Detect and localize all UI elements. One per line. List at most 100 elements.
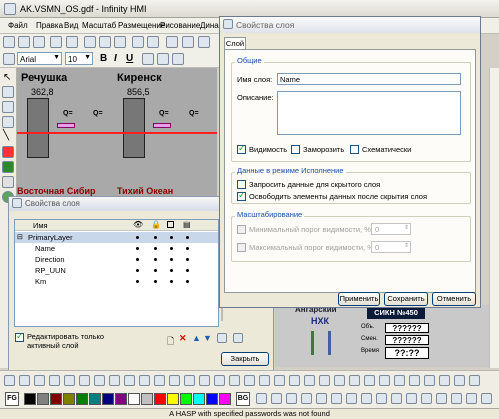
description-textarea[interactable] xyxy=(277,91,461,135)
color-swatch[interactable] xyxy=(180,393,192,405)
menu-file[interactable]: Файл xyxy=(8,21,28,30)
foreground-color-button[interactable]: FG xyxy=(5,392,19,406)
align-left-icon[interactable] xyxy=(142,53,154,65)
tool-icon[interactable] xyxy=(436,393,447,404)
tool-icon[interactable] xyxy=(466,393,477,404)
tool-icon[interactable] xyxy=(244,375,255,386)
tool-icon[interactable] xyxy=(454,375,465,386)
color-swatch[interactable] xyxy=(115,393,127,405)
layer-flag-dot[interactable] xyxy=(170,280,173,283)
layer-flag-dot[interactable] xyxy=(170,269,173,272)
layer-properties-icon[interactable] xyxy=(217,333,227,343)
tool-icon[interactable] xyxy=(169,375,180,386)
drawing-canvas[interactable]: Речушка Киренск 362,8 856,5 Q= Q= Q= Q= … xyxy=(17,68,217,198)
dialog-title-bar[interactable]: Свойства слоя xyxy=(220,17,480,33)
edit-only-active-checkbox[interactable] xyxy=(15,331,24,342)
delete-layer-icon[interactable]: ✕ xyxy=(179,333,187,344)
italic-icon[interactable]: I xyxy=(114,53,117,64)
tool-icon[interactable] xyxy=(139,375,150,386)
vertical-scrollbar[interactable] xyxy=(489,68,499,368)
layer-flag-dot[interactable] xyxy=(136,269,139,272)
tool-icon[interactable] xyxy=(4,375,15,386)
pointer-icon[interactable] xyxy=(166,36,178,48)
tool-icon[interactable] xyxy=(109,375,120,386)
free-after-hide-checkbox[interactable] xyxy=(237,190,246,201)
layer-flag-dot[interactable] xyxy=(154,258,157,261)
tool-icon[interactable] xyxy=(409,375,420,386)
tool-icon[interactable] xyxy=(49,375,60,386)
new-layer-icon[interactable]: 🗋 xyxy=(167,334,174,350)
layer-flag-dot[interactable] xyxy=(154,269,157,272)
tool-icon[interactable] xyxy=(394,375,405,386)
visibility-checkbox[interactable] xyxy=(237,143,246,154)
layer-name-input[interactable]: Name xyxy=(277,73,461,85)
tool-icon[interactable] xyxy=(94,375,105,386)
cut-icon[interactable] xyxy=(84,36,96,48)
spinner-icon[interactable]: ⇕ xyxy=(404,242,409,249)
rectangle-icon[interactable] xyxy=(2,176,14,188)
min-threshold-input[interactable]: 0 ⇕ xyxy=(371,223,411,235)
color-swatch[interactable] xyxy=(154,393,166,405)
tool-icon[interactable] xyxy=(256,393,267,404)
menu-dynamics[interactable]: Дина xyxy=(200,21,219,30)
color-swatch[interactable] xyxy=(206,393,218,405)
color-swatch[interactable] xyxy=(37,393,49,405)
layer-flag-dot[interactable] xyxy=(186,258,189,261)
tool-icon[interactable] xyxy=(481,393,492,404)
open-folder-icon[interactable] xyxy=(18,36,30,48)
color-swatch[interactable] xyxy=(193,393,205,405)
color-swatch[interactable] xyxy=(219,393,231,405)
line-tool-icon[interactable]: ╲ xyxy=(3,130,9,141)
print-icon[interactable] xyxy=(50,36,62,48)
tank-2[interactable] xyxy=(123,98,145,158)
grid-icon[interactable] xyxy=(198,36,210,48)
tool-icon[interactable] xyxy=(271,393,282,404)
tool-icon[interactable] xyxy=(331,393,342,404)
layer-flag-dot[interactable] xyxy=(136,236,139,239)
layer-flag-dot[interactable] xyxy=(186,280,189,283)
tool-icon[interactable] xyxy=(214,375,225,386)
spinner-icon[interactable]: ⇕ xyxy=(404,224,409,231)
tool-icon[interactable] xyxy=(391,393,402,404)
tab-layer[interactable]: Слой xyxy=(224,37,246,49)
layer-flag-dot[interactable] xyxy=(170,258,173,261)
select-arrow-icon[interactable]: ↖ xyxy=(3,72,11,83)
schematic-checkbox[interactable] xyxy=(350,145,359,154)
expand-minus-icon[interactable]: ⊟ xyxy=(17,233,23,241)
tool-icon[interactable] xyxy=(259,375,270,386)
tool-icon[interactable] xyxy=(301,393,312,404)
underline-icon[interactable]: U xyxy=(126,53,133,64)
layer-flag-dot[interactable] xyxy=(186,269,189,272)
close-button[interactable]: Закрыть xyxy=(221,352,269,366)
new-file-icon[interactable] xyxy=(3,36,15,48)
menu-draw[interactable]: Рисование xyxy=(160,21,200,30)
pen-icon[interactable] xyxy=(2,146,14,158)
min-threshold-checkbox[interactable] xyxy=(237,225,246,234)
polygon-icon[interactable] xyxy=(2,161,14,173)
copy-icon[interactable] xyxy=(99,36,111,48)
tool-icon[interactable] xyxy=(364,375,375,386)
max-threshold-input[interactable]: 0 ⇕ xyxy=(371,241,411,253)
tool-icon[interactable] xyxy=(64,375,75,386)
save-icon[interactable] xyxy=(33,36,45,48)
layer-flag-dot[interactable] xyxy=(186,247,189,250)
bold-icon[interactable]: B xyxy=(100,53,107,64)
color-swatch[interactable] xyxy=(128,393,140,405)
apply-button[interactable]: Применить xyxy=(338,292,380,306)
menu-edit[interactable]: Правка xyxy=(36,21,63,30)
zoom-icon[interactable] xyxy=(182,36,194,48)
tool-icon[interactable] xyxy=(334,375,345,386)
tank-1[interactable] xyxy=(27,98,49,158)
menu-arrange[interactable]: Размещение xyxy=(118,21,165,30)
tool-icon[interactable] xyxy=(286,393,297,404)
tool-icon[interactable] xyxy=(421,393,432,404)
rotate-icon[interactable] xyxy=(2,86,14,98)
tool-icon[interactable] xyxy=(319,375,330,386)
lasso-icon[interactable] xyxy=(2,101,14,113)
tool-icon[interactable] xyxy=(184,375,195,386)
tool-icon[interactable] xyxy=(376,393,387,404)
tool-icon[interactable] xyxy=(439,375,450,386)
move-down-icon[interactable]: ▼ xyxy=(203,333,212,343)
font-size-select[interactable]: 10 ▼ xyxy=(65,52,93,65)
align-right-icon[interactable] xyxy=(172,53,184,65)
